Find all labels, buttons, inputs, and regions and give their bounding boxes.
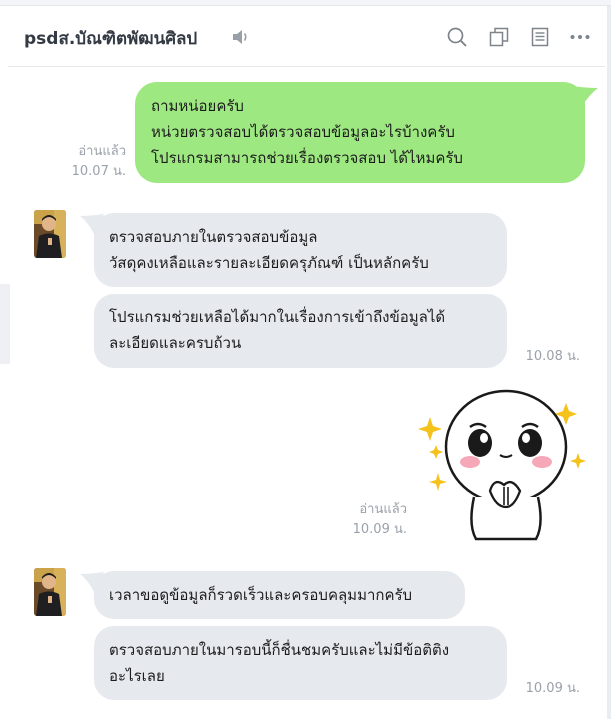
notes-icon[interactable] (529, 26, 551, 48)
avatar[interactable] (34, 210, 66, 258)
received-message-bubble[interactable]: โปรแกรมช่วยเหลือได้มากในเรื่องการเข้าถึง… (94, 294, 507, 368)
window-top-edge (0, 0, 611, 6)
more-icon[interactable] (569, 26, 591, 48)
copy-icon[interactable] (488, 26, 510, 48)
message-time: 10.09 น. (525, 681, 580, 696)
message-time: 10.08 น. (525, 349, 580, 364)
read-receipt: อ่านแล้ว (78, 144, 126, 159)
chat-title: psdส.บัณฑิตพัฒนศิลป (24, 29, 198, 49)
received-message-bubble[interactable]: เวลาขอดูข้อมูลก็รวดเร็วและครอบคลุมมากครั… (94, 571, 465, 619)
bubble-tail (572, 86, 598, 106)
message-time: 10.09 น. (352, 522, 407, 537)
avatar[interactable] (34, 568, 66, 616)
received-message-bubble[interactable]: ตรวจสอบภายในตรวจสอบข้อมูล วัสดุคงเหลือแล… (94, 213, 507, 287)
sticker[interactable] (414, 385, 594, 545)
speaker-icon[interactable] (230, 27, 250, 47)
message-meta: อ่านแล้ว 10.09 น. (300, 500, 407, 540)
side-panel-edge (0, 284, 10, 364)
message-time: 10.07 น. (71, 164, 126, 179)
received-message-bubble[interactable]: ตรวจสอบภายในมารอบนี้ก็ชื่นชมครับและไม่มี… (94, 626, 507, 700)
read-receipt: อ่านแล้ว (359, 502, 407, 517)
sent-message-bubble[interactable]: ถามหน่อยครับ หน่วยตรวจสอบได้ตรวจสอบข้อมู… (135, 82, 585, 183)
chat-window: psdส.บัณฑิตพัฒนศิลป อ่านแล้ว 10.07 น. ถา… (0, 0, 611, 719)
chat-header: psdส.บัณฑิตพัฒนศิลป (8, 7, 605, 67)
message-meta: อ่านแล้ว 10.07 น. (40, 142, 126, 182)
search-icon[interactable] (446, 26, 468, 48)
moon-sticker-icon (418, 389, 586, 541)
scrollbar[interactable] (607, 6, 611, 719)
